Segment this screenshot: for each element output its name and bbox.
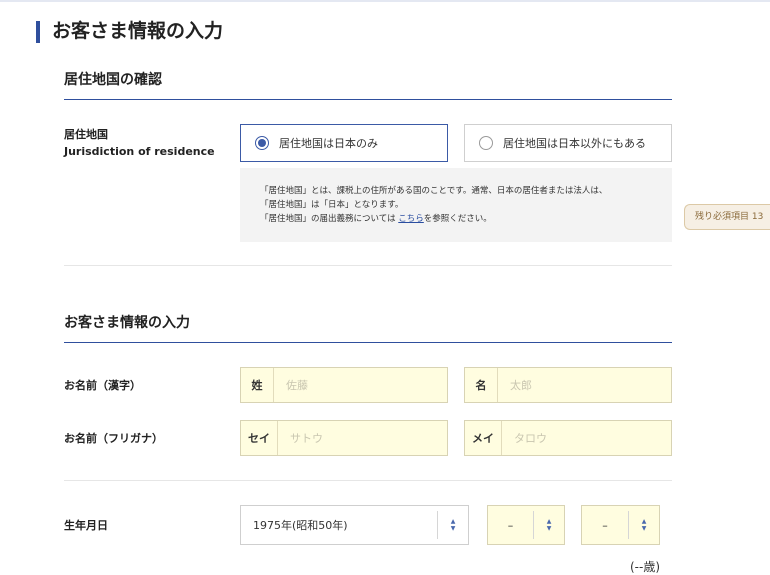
select-updown-icon: ▲ ▼ [533,511,564,539]
residence-note-line2: 「居住地国」は「日本」となります。 [260,200,404,210]
birth-month-value: – [507,518,514,532]
birth-year-select[interactable]: 1975年(昭和50年) ▲ ▼ [240,505,469,545]
first-name-kanji-prefix: 名 [465,368,498,402]
name-kana-label: お名前（フリガナ） [64,432,163,445]
residence-other-countries-label: 居住地国は日本以外にもある [503,137,646,150]
select-updown-icon: ▲ ▼ [437,511,468,539]
residence-label-en: Jurisdiction of residence [64,145,215,158]
residence-other-countries-radio[interactable]: 居住地国は日本以外にもある [464,124,672,162]
birth-day-value: – [602,518,608,532]
last-name-kana-prefix: セイ [241,421,278,455]
section-divider [64,480,672,481]
name-kanji-label: お名前（漢字） [64,379,141,392]
last-name-kana-field[interactable]: セイ [240,420,448,456]
residence-note-line3: 「居住地国」の届出義務については こちらを参照ください。 [260,212,656,226]
remaining-required-items-tab[interactable]: 残り必須項目 13 [684,204,770,230]
select-updown-icon: ▲ ▼ [628,511,659,539]
residence-label: 居住地国 Jurisdiction of residence [64,126,215,160]
last-name-kanji-prefix: 姓 [241,368,274,402]
residence-section-title: 居住地国の確認 [64,70,672,100]
first-name-kanji-input[interactable] [498,368,671,402]
last-name-kanji-input[interactable] [274,368,447,402]
birth-month-select[interactable]: – ▲ ▼ [487,505,565,545]
customer-section-title: お客さま情報の入力 [64,313,672,343]
residence-japan-only-radio[interactable]: 居住地国は日本のみ [240,124,448,162]
first-name-kana-prefix: メイ [465,421,502,455]
radio-unchecked-icon [479,136,493,150]
age-display: (--歳) [630,560,661,574]
page-title: お客さま情報の入力 [36,18,223,44]
residence-japan-only-label: 居住地国は日本のみ [279,137,378,150]
section-divider [64,265,672,266]
birth-year-value: 1975年(昭和50年) [253,519,348,532]
birth-day-select[interactable]: – ▲ ▼ [581,505,660,545]
last-name-kanji-field[interactable]: 姓 [240,367,448,403]
top-border [0,0,770,2]
residence-obligation-link[interactable]: こちら [398,214,424,224]
residence-note-line3-before: 「居住地国」の届出義務については [260,214,396,224]
residence-note-line1: 「居住地国」とは、課税上の住所がある国のことです。通常、日本の居住者または法人は… [260,186,608,196]
residence-note-line3-after: を参照ください。 [423,214,492,224]
residence-label-ja: 居住地国 [64,128,108,141]
radio-checked-icon [255,136,269,150]
residence-note: 「居住地国」とは、課税上の住所がある国のことです。通常、日本の居住者または法人は… [240,168,672,242]
first-name-kanji-field[interactable]: 名 [464,367,672,403]
birthdate-label: 生年月日 [64,519,108,532]
first-name-kana-field[interactable]: メイ [464,420,672,456]
first-name-kana-input[interactable] [502,421,671,455]
last-name-kana-input[interactable] [278,421,447,455]
